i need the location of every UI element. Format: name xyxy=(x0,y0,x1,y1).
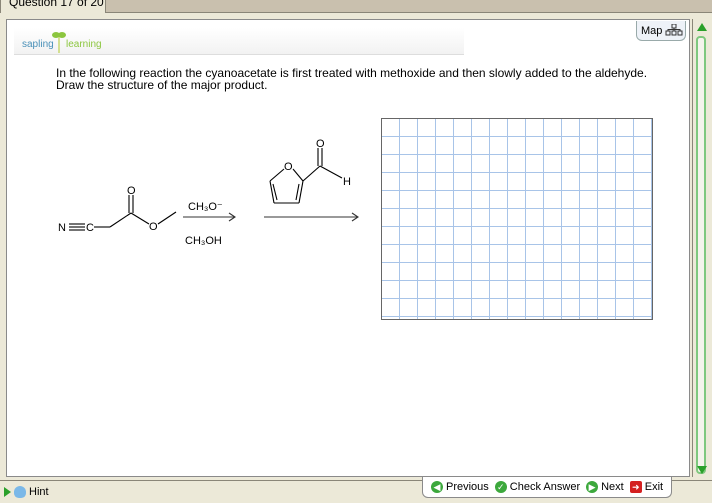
hint-label: Hint xyxy=(29,486,49,498)
atom-h: H xyxy=(343,176,351,188)
reaction-arrow-2 xyxy=(264,212,359,222)
next-button[interactable]: ▶ Next xyxy=(586,481,624,493)
scroll-down-icon[interactable] xyxy=(697,466,707,474)
arrow-right-icon: ▶ xyxy=(586,481,599,493)
check-answer-button[interactable]: ✓ Check Answer xyxy=(494,481,581,493)
furfural-structure xyxy=(269,148,343,204)
hint-button[interactable]: Hint xyxy=(4,486,49,498)
exit-label: Exit xyxy=(644,481,664,493)
reagent-methanol: CH₃OH xyxy=(185,235,222,247)
next-label: Next xyxy=(601,481,624,493)
vertical-scrollbar[interactable] xyxy=(692,19,710,477)
previous-button[interactable]: ◀ Previous xyxy=(431,481,489,493)
atom-o-carbonyl: O xyxy=(127,185,136,197)
expand-arrow-icon xyxy=(4,487,11,497)
atom-n: N xyxy=(58,222,66,234)
atom-o-furan: O xyxy=(284,161,293,173)
exit-button[interactable]: ➜ Exit xyxy=(629,481,664,493)
reagent-methoxide: CH₃O⁻ xyxy=(188,201,223,213)
atom-o-ester: O xyxy=(149,221,158,233)
arrow-left-icon: ◀ xyxy=(431,481,443,493)
navigation-bar: ◀ Previous ✓ Check Answer ▶ Next ➜ Exit xyxy=(422,477,673,498)
checkmark-icon: ✓ xyxy=(494,481,507,493)
scroll-up-icon[interactable] xyxy=(697,23,707,31)
scroll-thumb[interactable] xyxy=(696,36,706,474)
check-answer-label: Check Answer xyxy=(509,481,581,493)
exit-door-icon: ➜ xyxy=(629,481,642,493)
lightbulb-icon xyxy=(14,486,26,498)
atom-c: C xyxy=(86,222,94,234)
reaction-arrow-1 xyxy=(183,212,236,222)
previous-label: Previous xyxy=(446,481,489,493)
drawing-canvas[interactable] xyxy=(381,118,653,320)
atom-o-aldehyde: O xyxy=(316,138,325,150)
